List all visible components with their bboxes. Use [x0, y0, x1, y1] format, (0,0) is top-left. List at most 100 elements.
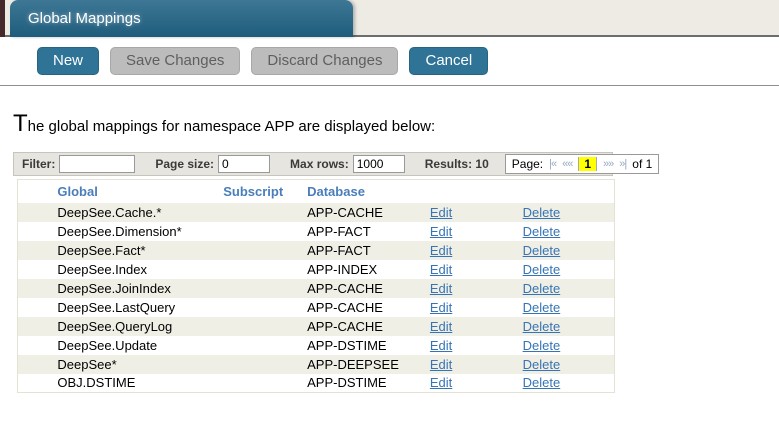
- page-size-label: Page size:: [155, 157, 214, 171]
- max-rows-label: Max rows:: [290, 157, 349, 171]
- table-row: DeepSee.Index APP-INDEXEdit Delete: [18, 260, 615, 279]
- subscript-cell: [223, 241, 307, 260]
- subscript-cell: [223, 298, 307, 317]
- global-column-header: Global: [57, 180, 223, 203]
- delete-link[interactable]: Delete: [523, 300, 561, 315]
- next-page-icon[interactable]: »»: [603, 158, 613, 170]
- row-indent-cell: [18, 336, 58, 355]
- page-size-input[interactable]: [218, 155, 270, 173]
- table-row: DeepSee.QueryLog APP-CACHEEdit Delete: [18, 317, 615, 336]
- delete-link[interactable]: Delete: [523, 262, 561, 277]
- table-row: DeepSee.JoinIndex APP-CACHEEdit Delete: [18, 279, 615, 298]
- subscript-cell: [223, 355, 307, 374]
- table-header-row: Global Subscript Database: [18, 180, 615, 203]
- edit-link[interactable]: Edit: [430, 338, 452, 353]
- description-rest: he global mappings for namespace APP are…: [28, 118, 435, 135]
- edit-column-header: [430, 180, 523, 203]
- global-cell: DeepSee*: [57, 355, 223, 374]
- table-row: DeepSee.Cache.* APP-CACHEEdit Delete: [18, 203, 615, 222]
- database-cell: APP-FACT: [307, 241, 430, 260]
- global-cell: DeepSee.QueryLog: [57, 317, 223, 336]
- row-indent-cell: [18, 203, 58, 222]
- edit-link[interactable]: Edit: [430, 357, 452, 372]
- app-header: Global Mappings: [0, 0, 779, 37]
- database-cell: APP-INDEX: [307, 260, 430, 279]
- global-cell: DeepSee.LastQuery: [57, 298, 223, 317]
- delete-link[interactable]: Delete: [523, 357, 561, 372]
- filter-input[interactable]: [59, 155, 135, 173]
- results-count: Results: 10: [425, 157, 489, 171]
- row-indent-cell: [18, 355, 58, 374]
- delete-link[interactable]: Delete: [523, 205, 561, 220]
- database-cell: APP-FACT: [307, 222, 430, 241]
- row-indent-cell: [18, 317, 58, 336]
- global-cell: DeepSee.Cache.*: [57, 203, 223, 222]
- edit-link[interactable]: Edit: [430, 224, 452, 239]
- edit-link[interactable]: Edit: [430, 243, 452, 258]
- edit-link[interactable]: Edit: [430, 262, 452, 277]
- delete-link[interactable]: Delete: [523, 375, 561, 390]
- mappings-table-body: DeepSee.Cache.*APP-CACHEEditDeleteDeepSe…: [18, 203, 615, 393]
- current-page-indicator: 1: [578, 157, 597, 171]
- subscript-cell: [223, 203, 307, 222]
- row-indent-cell: [18, 241, 58, 260]
- global-cell: DeepSee.Update: [57, 336, 223, 355]
- discard-changes-button[interactable]: Discard Changes: [251, 47, 398, 75]
- page-total: of 1: [632, 157, 652, 171]
- new-button[interactable]: New: [37, 47, 99, 75]
- subscript-cell: [223, 279, 307, 298]
- database-cell: APP-CACHE: [307, 317, 430, 336]
- database-cell: APP-DSTIME: [307, 336, 430, 355]
- first-page-icon[interactable]: |«: [549, 158, 556, 170]
- edit-link[interactable]: Edit: [430, 319, 452, 334]
- edit-link[interactable]: Edit: [430, 205, 452, 220]
- max-rows-input[interactable]: [353, 155, 405, 173]
- delete-link[interactable]: Delete: [523, 338, 561, 353]
- row-indent-cell: [18, 374, 58, 393]
- previous-page-icon[interactable]: ««: [562, 158, 572, 170]
- last-page-icon[interactable]: »|: [619, 158, 626, 170]
- table-row: DeepSee.LastQuery APP-CACHEEdit Delete: [18, 298, 615, 317]
- database-cell: APP-DEEPSEE: [307, 355, 430, 374]
- table-row: DeepSee.Dimension*APP-FACTEditDelete: [18, 222, 615, 241]
- pager-label: Page:: [512, 157, 543, 171]
- pager: Page: |« «« 1 »» »| of 1: [505, 154, 660, 174]
- description-lead-letter: T: [13, 110, 28, 137]
- subscript-cell: [223, 374, 307, 393]
- filter-label: Filter:: [22, 157, 55, 171]
- subscript-cell: [223, 336, 307, 355]
- save-changes-button[interactable]: Save Changes: [110, 47, 240, 75]
- table-row: DeepSee.Fact*APP-FACTEditDelete: [18, 241, 615, 260]
- delete-link[interactable]: Delete: [523, 224, 561, 239]
- row-indent-cell: [18, 279, 58, 298]
- database-cell: APP-DSTIME: [307, 374, 430, 393]
- delete-column-header: [523, 180, 615, 203]
- database-cell: APP-CACHE: [307, 203, 430, 222]
- subscript-column-header: Subscript: [223, 180, 307, 203]
- table-row: DeepSee.Update APP-DSTIMEEdit Delete: [18, 336, 615, 355]
- filter-bar: Filter: Page size: Max rows: Results: 10…: [13, 152, 613, 176]
- database-cell: APP-CACHE: [307, 298, 430, 317]
- row-indent-cell: [18, 260, 58, 279]
- toolbar: New Save Changes Discard Changes Cancel: [0, 37, 779, 86]
- subscript-cell: [223, 260, 307, 279]
- cancel-button[interactable]: Cancel: [409, 47, 488, 75]
- delete-link[interactable]: Delete: [523, 319, 561, 334]
- description-text: The global mappings for namespace APP ar…: [13, 110, 779, 138]
- global-cell: DeepSee.Index: [57, 260, 223, 279]
- page-title: Global Mappings: [28, 10, 141, 27]
- delete-link[interactable]: Delete: [523, 243, 561, 258]
- delete-link[interactable]: Delete: [523, 281, 561, 296]
- tab-global-mappings[interactable]: Global Mappings: [10, 0, 353, 37]
- edit-link[interactable]: Edit: [430, 375, 452, 390]
- database-cell: APP-CACHE: [307, 279, 430, 298]
- database-column-header: Database: [307, 180, 430, 203]
- mappings-table: Global Subscript Database DeepSee.Cache.…: [17, 179, 615, 393]
- subscript-cell: [223, 222, 307, 241]
- edit-link[interactable]: Edit: [430, 300, 452, 315]
- indent-column-header: [18, 180, 58, 203]
- global-cell: DeepSee.JoinIndex: [57, 279, 223, 298]
- left-edge-strip: [0, 0, 5, 37]
- subscript-cell: [223, 317, 307, 336]
- edit-link[interactable]: Edit: [430, 281, 452, 296]
